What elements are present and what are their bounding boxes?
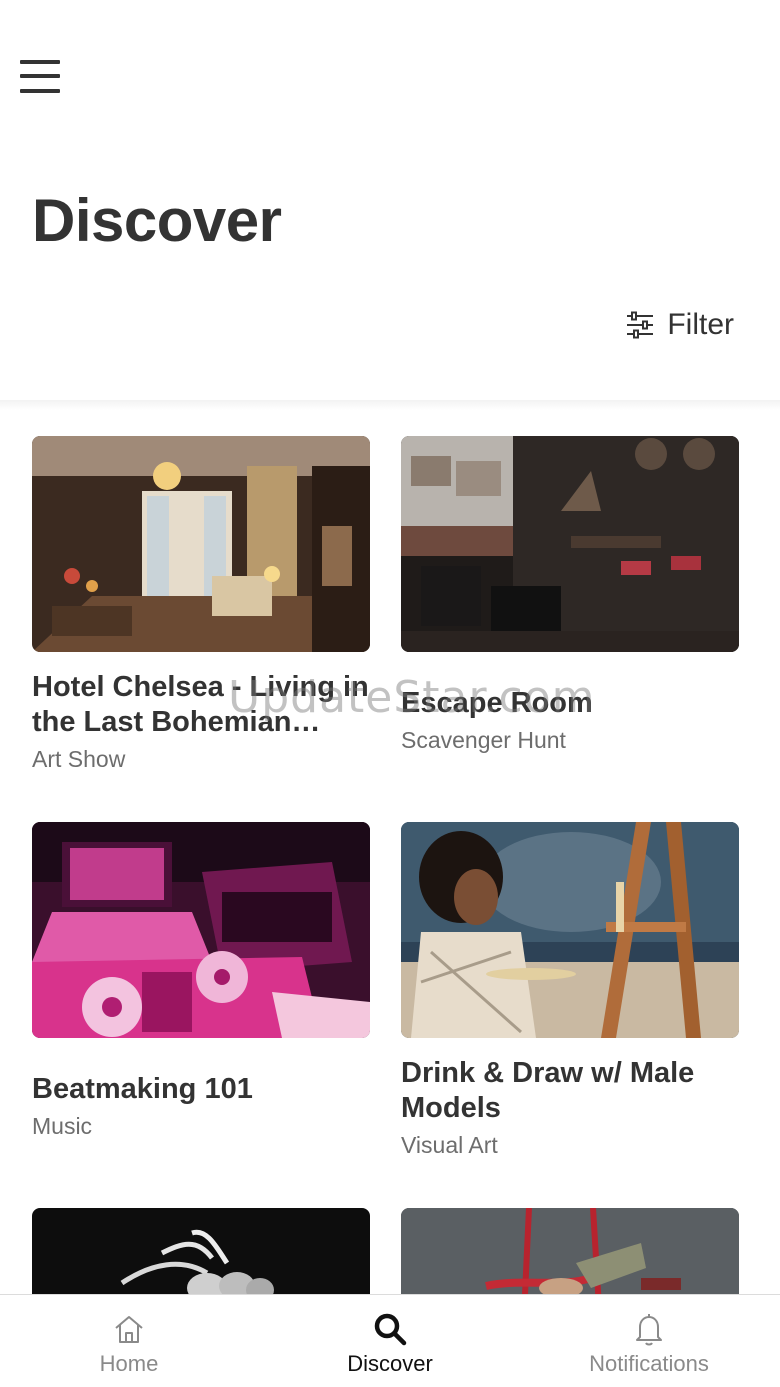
event-card-hotel-chelsea[interactable]: Hotel Chelsea - Living in the Last Bohem… — [32, 436, 370, 773]
dj-controller-photo — [32, 822, 370, 1038]
card-category: Art Show — [32, 746, 126, 772]
hamburger-menu-button[interactable] — [18, 58, 62, 96]
filter-label: Filter — [667, 308, 734, 341]
content-divider — [0, 400, 780, 410]
bottom-navigation: Home Discover Notifications — [0, 1294, 780, 1387]
card-title: Escape Room — [401, 687, 593, 719]
nav-item-notifications[interactable]: Notifications — [549, 1311, 749, 1377]
card-category: Music — [32, 1113, 93, 1139]
nav-label: Notifications — [589, 1351, 709, 1376]
hotel-lobby-photo — [32, 436, 370, 652]
search-icon — [374, 1313, 407, 1346]
home-icon — [115, 1316, 143, 1343]
painter-easel-photo — [401, 822, 739, 1038]
card-category: Visual Art — [401, 1132, 498, 1158]
nav-label: Home — [99, 1351, 159, 1376]
sliders-icon — [627, 311, 654, 339]
event-card-beatmaking[interactable]: Beatmaking 101 Music — [32, 822, 370, 1140]
nav-item-home[interactable]: Home — [29, 1311, 229, 1377]
nav-label: Discover — [347, 1351, 433, 1376]
bell-icon — [636, 1314, 662, 1346]
page-title: Discover — [32, 187, 282, 254]
card-title: Hotel Chelsea - Living in the Last Bohem… — [32, 671, 369, 738]
nav-item-discover[interactable]: Discover — [290, 1311, 490, 1377]
filter-button[interactable]: Filter — [625, 308, 734, 342]
hamburger-icon — [20, 60, 60, 64]
event-card-escape-room[interactable]: Escape Room Scavenger Hunt — [401, 436, 739, 754]
dark-lounge-photo — [401, 436, 739, 652]
event-card-drink-draw[interactable]: Drink & Draw w/ Male Models Visual Art — [401, 822, 739, 1159]
card-category: Scavenger Hunt — [401, 727, 566, 753]
card-title: Drink & Draw w/ Male Models — [401, 1057, 695, 1124]
card-title: Beatmaking 101 — [32, 1073, 253, 1105]
